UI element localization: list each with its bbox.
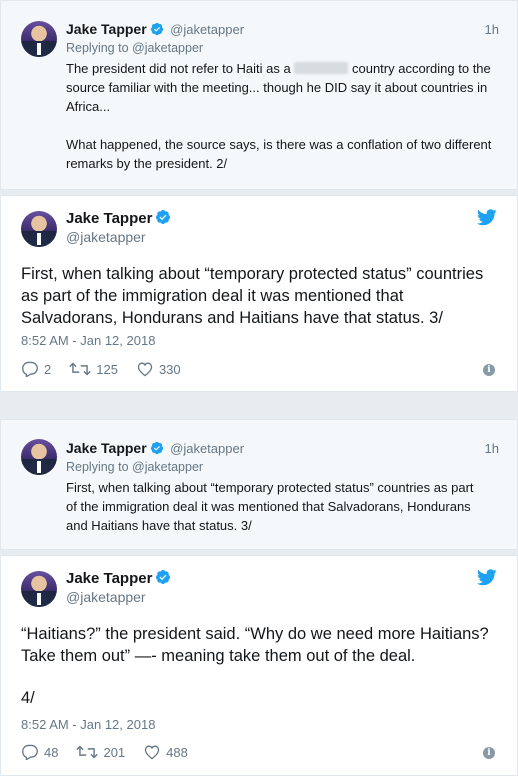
author-handle[interactable]: @jaketapper — [66, 589, 146, 605]
tweet-header: Jake Tapper — [66, 209, 173, 228]
author-name[interactable]: Jake Tapper — [66, 440, 147, 456]
retweet-icon — [76, 745, 99, 759]
replying-to[interactable]: Replying to @jaketapper — [66, 41, 203, 55]
reply-icon — [22, 361, 38, 377]
tweet-actions: 2 125 330 — [21, 361, 199, 377]
author-name[interactable]: Jake Tapper — [66, 570, 152, 587]
retweet-button[interactable]: 201 — [76, 744, 125, 760]
verified-badge-icon — [156, 570, 171, 584]
tweet-text-part: The president did not refer to Haiti as … — [66, 61, 291, 76]
avatar[interactable] — [21, 21, 57, 57]
main-tweet-card[interactable]: Jake Tapper @jaketapper “Haitians?” the … — [0, 555, 518, 776]
retweet-icon — [69, 362, 91, 376]
tweet-header: Jake Tapper — [66, 569, 173, 588]
tweet-text-paragraph: What happened, the source says, is there… — [66, 137, 492, 171]
avatar[interactable] — [21, 211, 57, 247]
twitter-bird-icon[interactable] — [477, 209, 497, 226]
like-button[interactable]: 488 — [143, 744, 188, 760]
like-button[interactable]: 330 — [136, 361, 181, 377]
author-name[interactable]: Jake Tapper — [66, 21, 147, 37]
tweet-time[interactable]: 1h — [485, 22, 499, 37]
tweet-text: “Haitians?” the president said. “Why do … — [21, 625, 489, 665]
avatar[interactable] — [21, 439, 57, 475]
tweet-header: Jake Tapper @jaketapper — [66, 440, 244, 458]
verified-badge-icon — [156, 210, 171, 224]
verified-badge-icon — [150, 22, 163, 36]
heart-icon — [137, 362, 153, 377]
tweet-timestamp[interactable]: 8:52 AM - Jan 12, 2018 — [21, 717, 155, 732]
reply-icon — [22, 744, 38, 760]
reply-tweet-card[interactable]: Jake Tapper @jaketapper 1h Replying to @… — [0, 419, 518, 550]
like-count: 488 — [166, 744, 188, 760]
tweet-text: First, when talking about “temporary pro… — [66, 480, 474, 533]
retweet-count: 125 — [96, 361, 118, 377]
info-icon[interactable]: i — [483, 364, 495, 376]
verified-badge-icon — [150, 441, 163, 455]
author-handle[interactable]: @jaketapper — [170, 22, 244, 37]
reply-button[interactable]: 2 — [21, 361, 51, 377]
tweet-feed: Jake Tapper @jaketapper 1h Replying to @… — [0, 0, 518, 776]
tweet-time[interactable]: 1h — [485, 441, 499, 456]
twitter-bird-icon[interactable] — [477, 569, 497, 586]
reply-count: 2 — [44, 361, 52, 377]
main-tweet-card[interactable]: Jake Tapper @jaketapper First, when talk… — [0, 195, 518, 392]
tweet-header: Jake Tapper @jaketapper — [66, 21, 244, 39]
tweet-text-part: country according to — [351, 61, 470, 76]
info-icon[interactable]: i — [483, 747, 495, 759]
heart-icon — [144, 745, 160, 760]
tweet-timestamp[interactable]: 8:52 AM - Jan 12, 2018 — [21, 333, 155, 348]
author-name[interactable]: Jake Tapper — [66, 210, 152, 227]
replying-to[interactable]: Replying to @jaketapper — [66, 460, 203, 474]
reply-button[interactable]: 48 — [21, 744, 58, 760]
author-handle[interactable]: @jaketapper — [66, 229, 146, 245]
tweet-actions: 48 201 488 — [21, 744, 206, 760]
retweet-count: 201 — [103, 744, 126, 760]
reply-tweet-card[interactable]: Jake Tapper @jaketapper 1h Replying to @… — [0, 0, 518, 190]
tweet-text: First, when talking about “temporary pro… — [21, 265, 484, 327]
author-handle[interactable]: @jaketapper — [170, 441, 244, 456]
redacted-word — [294, 62, 349, 74]
retweet-button[interactable]: 125 — [69, 361, 118, 377]
reply-count: 48 — [44, 744, 59, 760]
like-count: 330 — [158, 361, 181, 377]
tweet-text: The president did not refer to Haiti as … — [66, 59, 506, 173]
tweet-text-paragraph: 4/ — [21, 689, 35, 707]
avatar[interactable] — [21, 571, 57, 607]
